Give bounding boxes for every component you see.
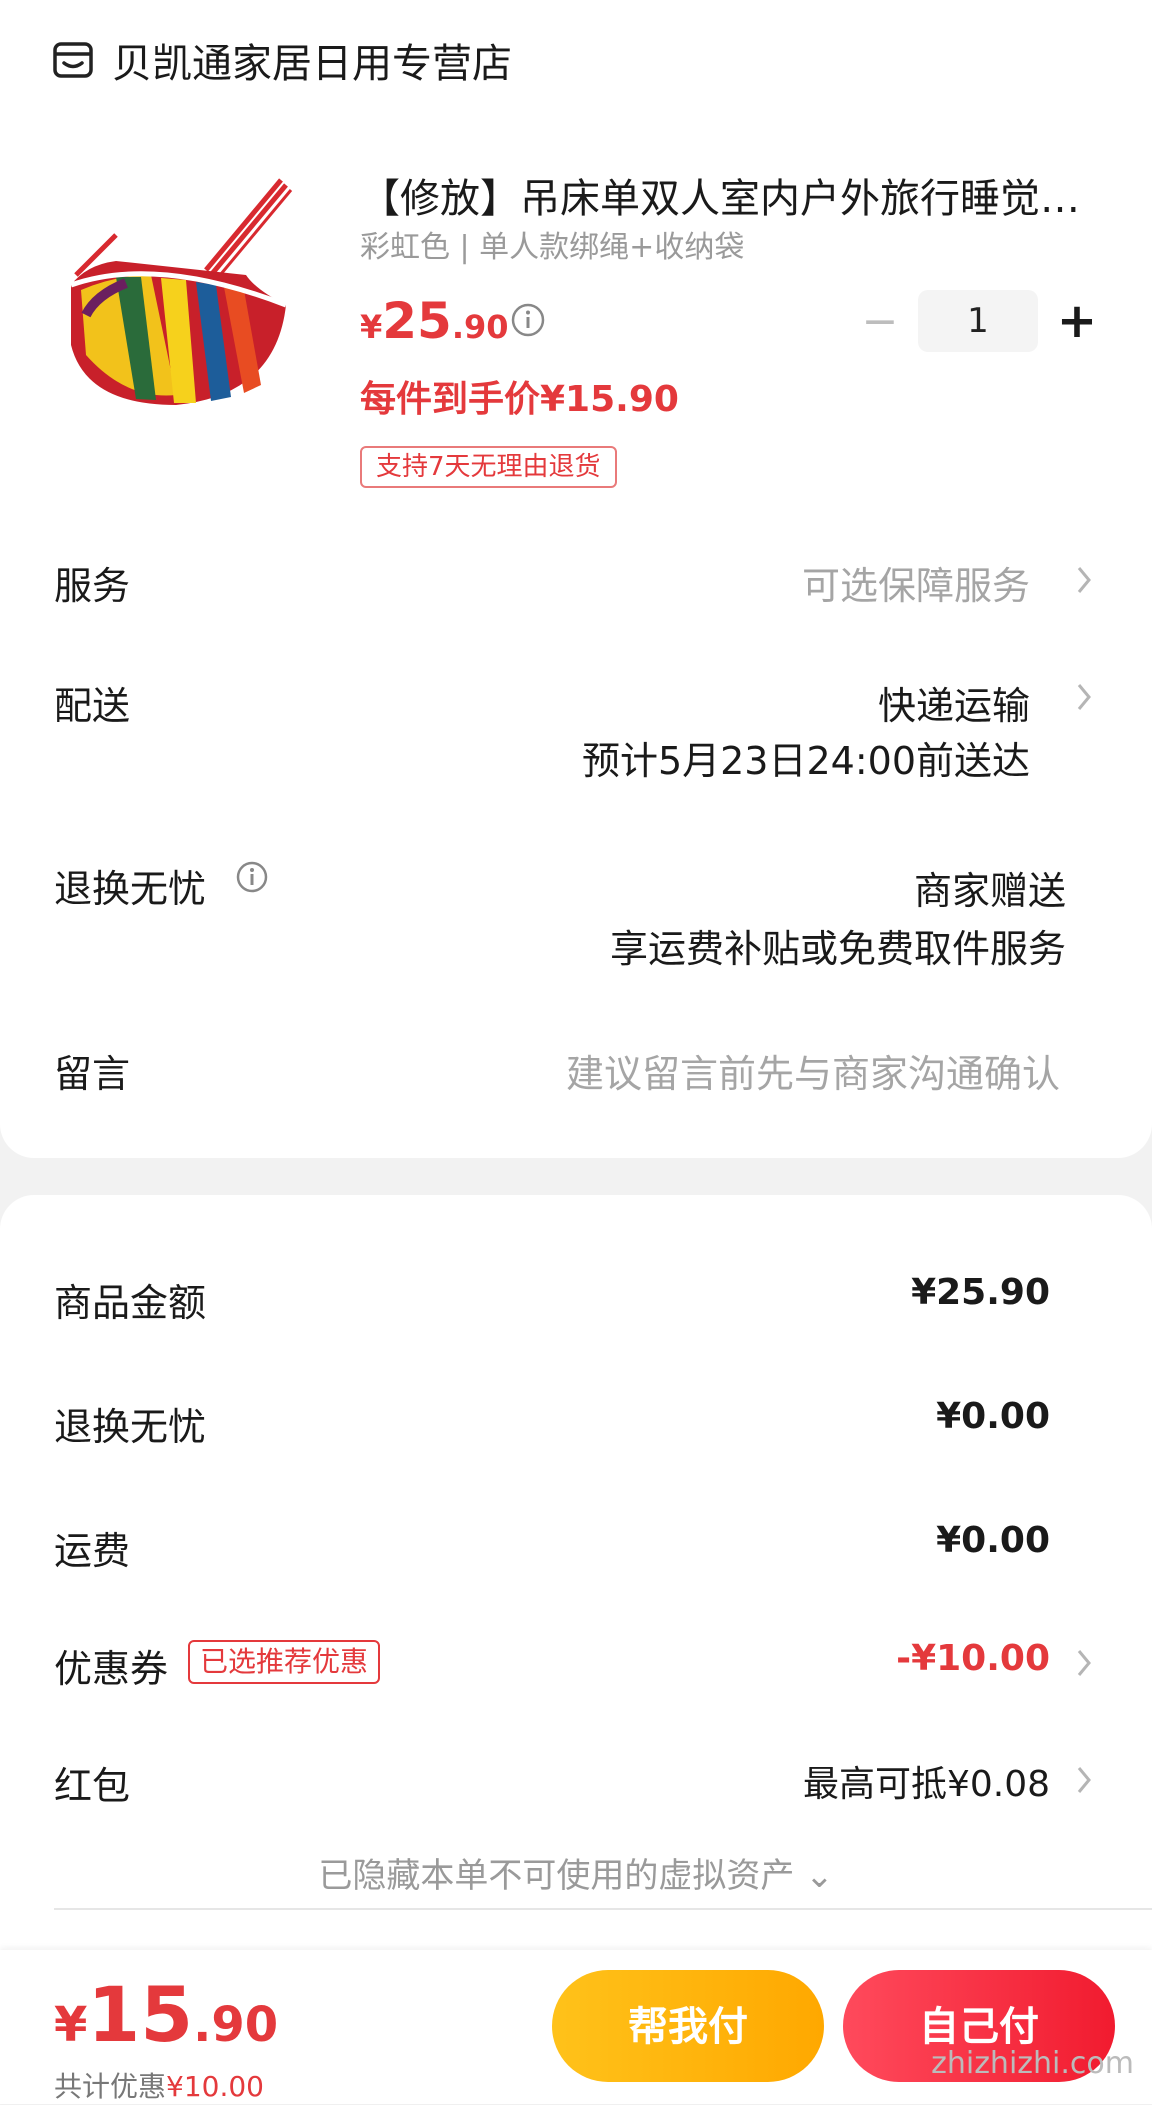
red-packet-value[interactable]: 最高可抵¥0.08 [803, 1755, 1050, 1807]
service-label: 服务 [54, 564, 131, 608]
return-fee-value: ¥0.00 [936, 1396, 1050, 1437]
total-integer: 15 [87, 1970, 194, 2059]
coupon-recommended-tag: 已选推荐优惠 [188, 1640, 381, 1684]
shipping-value: ¥0.00 [936, 1520, 1050, 1561]
goods-amount-label: 商品金额 [54, 1281, 207, 1325]
total-discount: 共计优惠¥10.00 [54, 2065, 264, 2105]
return-service-detail: 享运费补贴或免费取件服务 [609, 927, 1066, 971]
total-price: ¥15.90 [54, 1970, 278, 2059]
chevron-right-icon[interactable] [1074, 1763, 1094, 1797]
delivery-label: 配送 [54, 684, 131, 728]
discount-value: ¥10.00 [166, 2070, 264, 2103]
price-currency: ¥ [360, 308, 383, 346]
return-fee-label: 退换无忧 [54, 1405, 207, 1449]
per-unit-price: 每件到手价¥15.90 [360, 379, 679, 420]
return-service-value: 商家赠送 [913, 869, 1066, 913]
coupon-label: 优惠券 [54, 1647, 169, 1691]
store-header[interactable]: 贝凯通家居日用专营店 [52, 30, 512, 90]
coupon-value[interactable]: -¥10.00 [896, 1638, 1050, 1679]
discount-prefix: 共计优惠 [54, 2070, 167, 2103]
help-me-pay-button[interactable]: 帮我付 [552, 1970, 824, 2082]
chevron-right-icon[interactable] [1074, 563, 1094, 597]
store-name: 贝凯通家居日用专营店 [112, 41, 512, 87]
chevron-right-icon[interactable] [1074, 1646, 1094, 1680]
goods-amount-value: ¥25.90 [911, 1272, 1050, 1313]
info-icon[interactable] [235, 860, 269, 894]
service-value[interactable]: 可选保障服务 [802, 555, 1030, 610]
return-service-label: 退换无忧 [54, 867, 207, 911]
watermark: zhizhizhi.com [931, 2046, 1134, 2081]
message-label: 留言 [54, 1052, 131, 1096]
delivery-eta: 预计5月23日24:00前送达 [581, 739, 1030, 783]
hidden-assets-toggle[interactable]: 已隐藏本单不可使用的虚拟资产 ⌄ [0, 1848, 1152, 1897]
quantity-field[interactable]: 1 [918, 290, 1038, 352]
total-decimal: .90 [193, 1997, 279, 2053]
price-decimal: .90 [451, 308, 509, 346]
message-input[interactable]: 建议留言前先与商家沟通确认 [566, 1043, 1060, 1098]
product-spec[interactable]: 彩虹色 | 单人款绑绳+收纳袋 [360, 222, 744, 266]
shipping-label: 运费 [54, 1529, 131, 1573]
product-price: ¥25.90 [360, 292, 509, 350]
order-card: 贝凯通家居日用专营店 【修放】吊床单双人室内户外旅行睡觉… 彩虹色 | 单人款绑… [0, 0, 1152, 1158]
store-icon [53, 42, 93, 78]
delivery-method[interactable]: 快递运输 [878, 675, 1030, 730]
product-title[interactable]: 【修放】吊床单双人室内户外旅行睡觉… [360, 166, 1080, 224]
red-packet-label: 红包 [54, 1764, 131, 1808]
quantity-increase-button[interactable]: + [1055, 296, 1099, 346]
quantity-decrease-button[interactable]: − [860, 300, 900, 344]
product-image[interactable] [56, 165, 316, 425]
info-icon[interactable] [510, 302, 546, 338]
return-policy-tag: 支持7天无理由退货 [360, 446, 617, 488]
total-currency: ¥ [54, 1997, 88, 2053]
price-integer: 25 [382, 292, 452, 350]
divider [54, 1908, 1152, 1910]
chevron-right-icon[interactable] [1074, 680, 1094, 714]
